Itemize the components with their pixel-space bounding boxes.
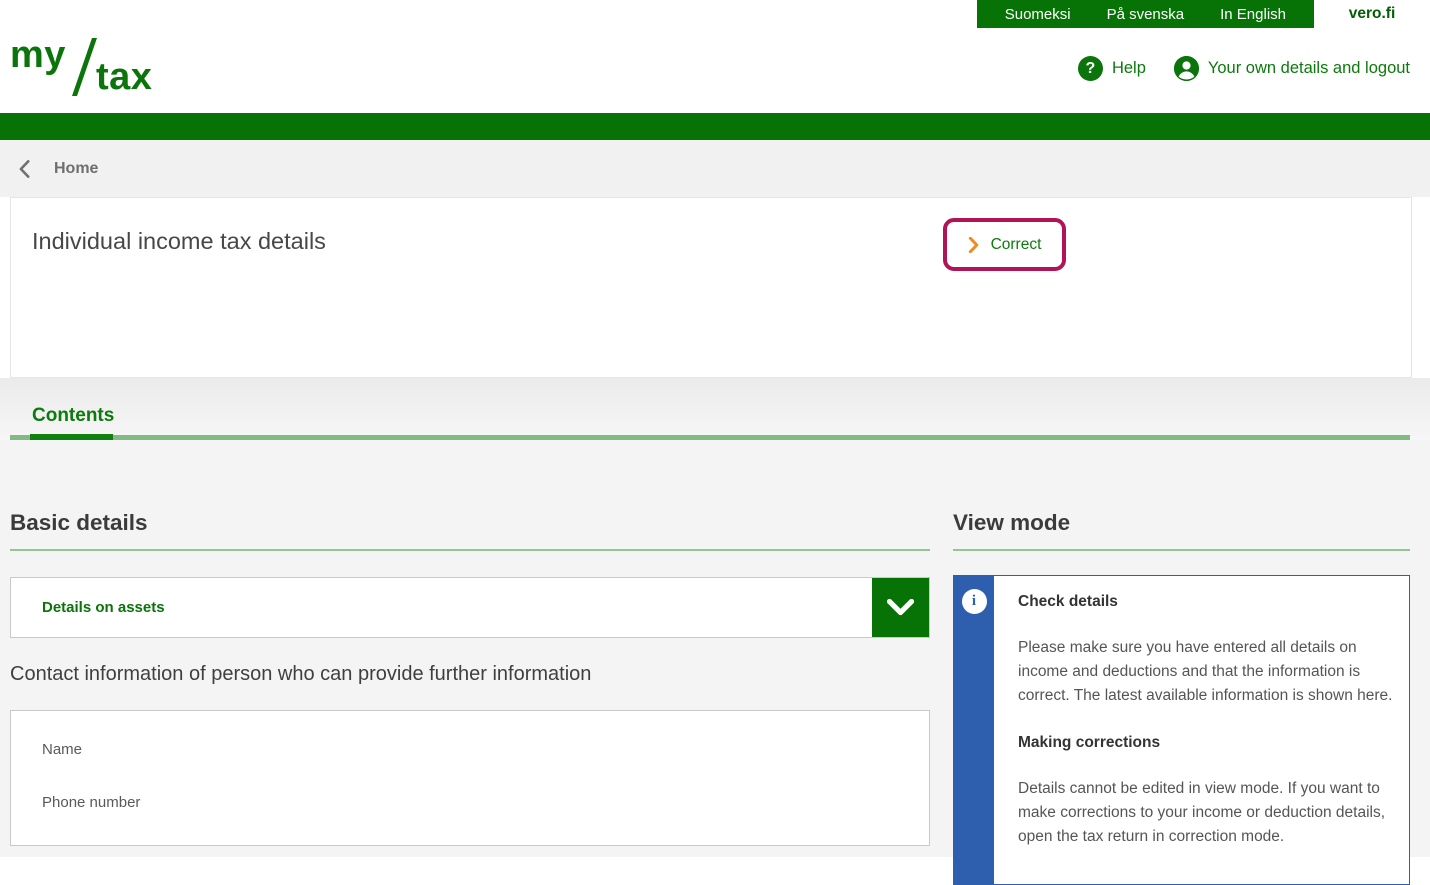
name-field-label: Name — [42, 741, 898, 758]
mytax-logo[interactable]: my tax — [10, 34, 180, 104]
page-title: Individual income tax details — [32, 228, 326, 255]
making-corrections-title: Making corrections — [1018, 734, 1393, 752]
making-corrections-paragraph: Details cannot be edited in view mode. I… — [1018, 777, 1393, 849]
language-bar: Suomeksi På svenska In English vero.fi — [977, 0, 1430, 28]
logo-text-tax: tax — [96, 56, 152, 99]
details-on-assets-accordion[interactable]: Details on assets — [10, 577, 930, 638]
details-on-assets-label: Details on assets — [11, 578, 872, 637]
phone-number-field-label: Phone number — [42, 794, 898, 811]
vero-fi-segment: vero.fi — [1314, 0, 1430, 28]
back-chevron-icon[interactable] — [18, 160, 31, 178]
chevron-down-icon — [887, 599, 914, 616]
info-box-content: Check details Please make sure you have … — [994, 576, 1409, 884]
help-label: Help — [1112, 59, 1146, 78]
view-mode-heading: View mode — [953, 510, 1410, 551]
vero-fi-link[interactable]: vero.fi — [1349, 5, 1396, 23]
view-mode-section: View mode i Check details Please make su… — [953, 440, 1410, 885]
accordion-expand-button[interactable] — [872, 578, 929, 637]
green-divider-bar — [0, 113, 1430, 140]
basic-details-section: Basic details Details on assets Contact … — [10, 440, 930, 846]
language-link-suomeksi[interactable]: Suomeksi — [987, 6, 1089, 23]
header: my tax Suomeksi På svenska In English ve… — [0, 0, 1430, 113]
language-link-pa-svenska[interactable]: På svenska — [1089, 6, 1203, 23]
contact-info-heading: Contact information of person who can pr… — [10, 663, 930, 686]
tab-contents[interactable]: Contents — [32, 405, 114, 427]
language-link-in-english[interactable]: In English — [1202, 6, 1304, 23]
breadcrumb: Home — [0, 140, 1430, 197]
view-mode-info-box: i Check details Please make sure you hav… — [953, 575, 1410, 885]
check-details-paragraph: Please make sure you have entered all de… — [1018, 636, 1393, 708]
breadcrumb-home-link[interactable]: Home — [54, 160, 98, 178]
account-row: ? Help Your own details and logout — [1078, 56, 1410, 81]
help-question-icon: ? — [1078, 56, 1103, 81]
logo-text-my: my — [10, 34, 66, 77]
check-details-title: Check details — [1018, 593, 1393, 611]
info-icon: i — [962, 589, 987, 614]
language-links: Suomeksi På svenska In English — [977, 0, 1314, 28]
person-icon — [1174, 56, 1199, 81]
tab-bar: Contents — [10, 383, 1410, 440]
logo-slash — [72, 38, 96, 96]
tab-row: Contents — [0, 378, 1430, 440]
info-box-stripe: i — [954, 576, 994, 884]
correct-button[interactable]: Correct — [943, 218, 1066, 271]
correct-chevron-icon — [968, 237, 979, 253]
content-area: Basic details Details on assets Contact … — [0, 440, 1430, 857]
page-title-card: Individual income tax details Correct — [10, 197, 1412, 378]
account-logout-button[interactable]: Your own details and logout — [1174, 56, 1410, 81]
basic-details-heading: Basic details — [10, 510, 930, 551]
correct-button-label: Correct — [991, 236, 1042, 254]
account-logout-label: Your own details and logout — [1208, 59, 1410, 78]
help-button[interactable]: ? Help — [1078, 56, 1146, 81]
contact-fields-box: Name Phone number — [10, 710, 930, 846]
